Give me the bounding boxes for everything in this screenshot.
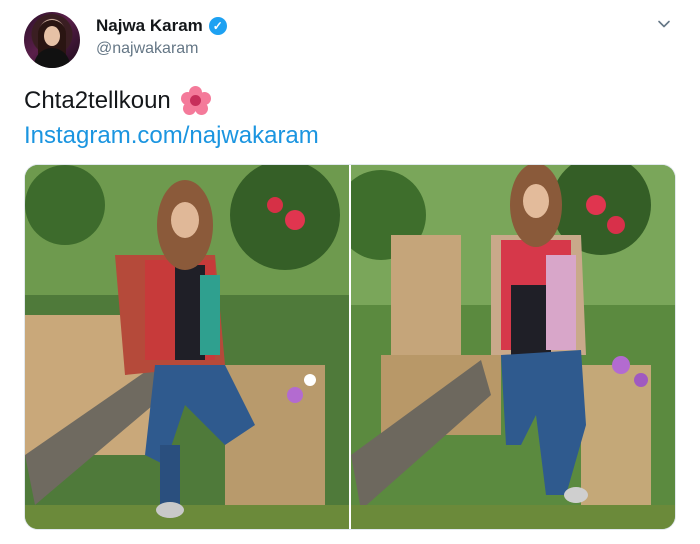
author-row: Najwa Karam ✓	[96, 16, 227, 36]
instagram-link[interactable]: Instagram.com/najwakaram	[24, 122, 319, 150]
tweet-text: Chta2tellkoun	[24, 87, 171, 114]
photo-left[interactable]	[25, 165, 349, 529]
hibiscus-icon	[180, 86, 211, 116]
tweet-card: Najwa Karam ✓ @najwakaram Chta2tellkoun …	[0, 0, 700, 544]
chevron-down-icon[interactable]	[654, 16, 674, 36]
verified-badge-icon: ✓	[208, 17, 227, 35]
tweet-media	[24, 164, 676, 530]
tweet-text-row: Chta2tellkoun	[24, 86, 211, 116]
photo-right[interactable]	[351, 165, 675, 529]
avatar[interactable]	[24, 12, 80, 68]
author-handle[interactable]: @najwakaram	[96, 40, 199, 58]
author-name[interactable]: Najwa Karam	[96, 16, 203, 36]
